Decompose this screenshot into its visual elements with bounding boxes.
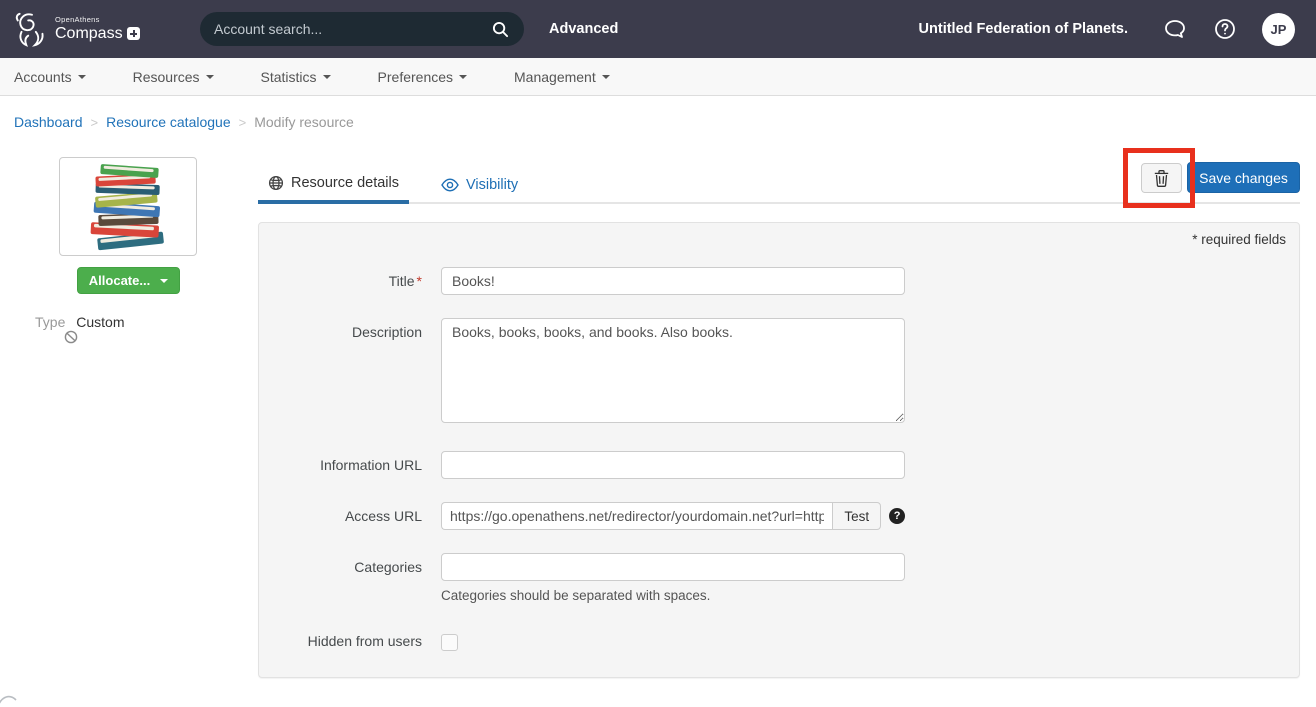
nav-item-preferences[interactable]: Preferences — [378, 69, 467, 85]
resource-details-panel: * required fields Title* Description Boo… — [258, 222, 1300, 678]
breadcrumb-separator-icon: > — [91, 115, 99, 130]
stack-of-books-image — [78, 163, 178, 251]
allocate-button[interactable]: Allocate... — [77, 267, 180, 294]
breadcrumb-resource-catalogue-link[interactable]: Resource catalogue — [106, 114, 231, 130]
chat-icon[interactable] — [1162, 16, 1188, 42]
plus-badge-icon — [127, 27, 140, 40]
account-search-box[interactable] — [200, 12, 524, 46]
brand-compass-label: Compass — [55, 26, 123, 42]
title-label: Title* — [259, 267, 441, 295]
question-badge-icon[interactable]: ? — [889, 508, 905, 524]
nav-statistics-label: Statistics — [261, 69, 317, 85]
title-row: Title* — [259, 267, 1299, 295]
type-label: Type — [35, 314, 65, 330]
brand-logo[interactable]: OpenAthens Compass — [13, 9, 140, 49]
account-search-input[interactable] — [214, 21, 490, 37]
chevron-down-icon — [323, 75, 331, 79]
main-navigation: Accounts Resources Statistics Preference… — [0, 58, 1316, 96]
chevron-down-icon — [602, 75, 610, 79]
search-icon[interactable] — [490, 19, 510, 39]
openathens-swirl-icon — [13, 9, 51, 49]
chevron-down-icon — [78, 75, 86, 79]
hidden-from-users-label: Hidden from users — [259, 630, 441, 656]
brand-text: OpenAthens Compass — [55, 16, 140, 42]
help-icon[interactable] — [1212, 16, 1238, 42]
nav-preferences-label: Preferences — [378, 69, 453, 85]
categories-help-text: Categories should be separated with spac… — [441, 588, 905, 603]
information-url-label: Information URL — [259, 451, 441, 479]
title-label-text: Title — [389, 273, 415, 289]
globe-icon — [268, 175, 284, 191]
required-fields-note: * required fields — [1192, 232, 1286, 247]
save-changes-button[interactable]: Save changes — [1187, 162, 1300, 193]
header-right-group: Untitled Federation of Planets. JP — [919, 13, 1295, 46]
prohibited-icon — [64, 330, 78, 344]
information-url-row: Information URL — [259, 451, 1299, 479]
resource-thumbnail-box — [59, 157, 197, 256]
categories-label: Categories — [259, 553, 441, 603]
hidden-from-users-checkbox[interactable] — [441, 634, 458, 651]
allocate-button-label: Allocate... — [89, 273, 150, 288]
breadcrumb: Dashboard > Resource catalogue > Modify … — [14, 114, 354, 130]
tab-resource-details[interactable]: Resource details — [258, 165, 409, 204]
tab-visibility[interactable]: Visibility — [431, 165, 528, 204]
information-url-input[interactable] — [441, 451, 905, 479]
footer-logo-partial — [0, 688, 20, 707]
nav-resources-label: Resources — [133, 69, 200, 85]
nav-accounts-label: Accounts — [14, 69, 72, 85]
description-label: Description — [259, 318, 441, 428]
breadcrumb-dashboard-link[interactable]: Dashboard — [14, 114, 83, 130]
organisation-name: Untitled Federation of Planets. — [919, 21, 1128, 37]
nav-item-accounts[interactable]: Accounts — [14, 69, 86, 85]
chevron-down-icon — [206, 75, 214, 79]
type-value: Custom — [76, 314, 124, 330]
categories-input[interactable] — [441, 553, 905, 581]
chevron-down-icon — [160, 279, 168, 283]
breadcrumb-separator-icon: > — [239, 115, 247, 130]
delete-resource-button[interactable] — [1141, 163, 1182, 193]
advanced-search-link[interactable]: Advanced — [549, 0, 618, 58]
required-asterisk: * — [417, 273, 422, 289]
user-avatar[interactable]: JP — [1262, 13, 1295, 46]
nav-item-resources[interactable]: Resources — [133, 69, 214, 85]
title-input[interactable] — [441, 267, 905, 295]
nav-management-label: Management — [514, 69, 596, 85]
nav-item-management[interactable]: Management — [514, 69, 610, 85]
tab-visibility-label: Visibility — [466, 177, 518, 193]
top-header-bar: OpenAthens Compass Advanced Untitled Fed… — [0, 0, 1316, 58]
eye-icon — [441, 178, 459, 192]
access-url-input[interactable] — [441, 502, 832, 530]
categories-row: Categories Categories should be separate… — [259, 553, 1299, 603]
chevron-down-icon — [459, 75, 467, 79]
description-textarea[interactable]: Books, books, books, and books. Also boo… — [441, 318, 905, 423]
breadcrumb-current-page: Modify resource — [254, 114, 354, 130]
description-row: Description Books, books, books, and boo… — [259, 318, 1299, 428]
resource-type-row: Type Custom — [35, 314, 124, 330]
brand-openathens-label: OpenAthens — [55, 16, 140, 24]
tab-resource-details-label: Resource details — [291, 175, 399, 191]
hidden-from-users-row: Hidden from users — [259, 630, 1299, 656]
access-url-row: Access URL Test ? — [259, 502, 1299, 530]
trash-icon — [1154, 170, 1169, 187]
test-url-button[interactable]: Test — [832, 502, 881, 530]
access-url-label: Access URL — [259, 502, 441, 530]
nav-item-statistics[interactable]: Statistics — [261, 69, 331, 85]
